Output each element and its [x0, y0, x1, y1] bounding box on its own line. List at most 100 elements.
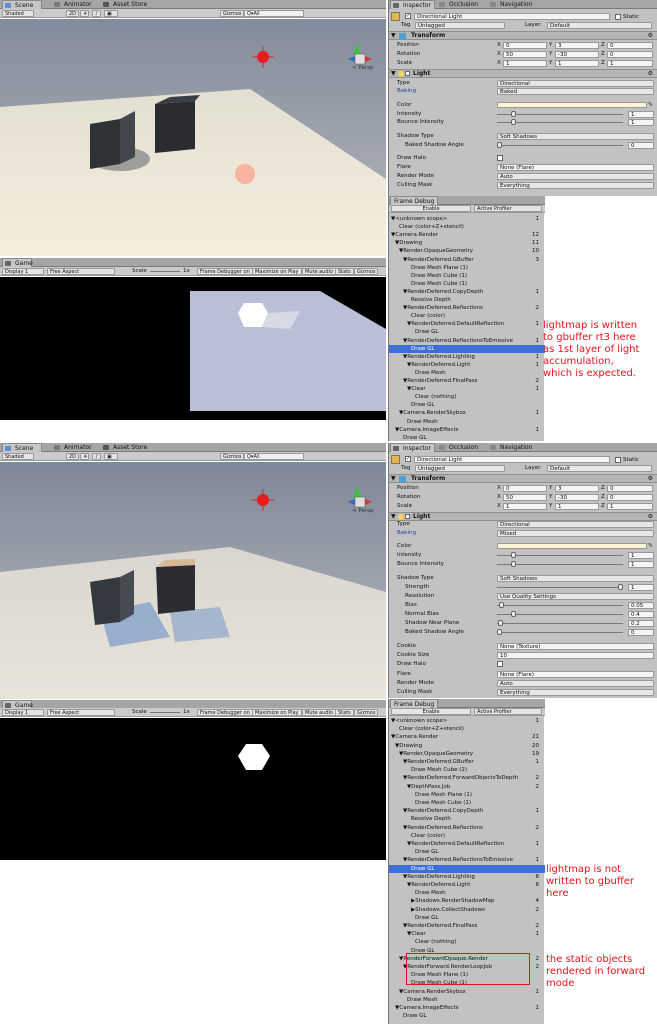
type-dropdown[interactable]: Directional	[497, 80, 654, 87]
frame-event-row[interactable]: Draw Mesh Plane (1)	[389, 791, 545, 799]
frame-event-row[interactable]: ▼Camera.Render 12	[389, 231, 545, 239]
static-checkbox[interactable]	[615, 14, 621, 20]
layer-dropdown[interactable]: Default	[547, 22, 652, 29]
frame-event-row[interactable]: ▼Camera.RenderSkybox 1	[389, 988, 545, 996]
light-header[interactable]: ▼ Light ⚙	[389, 69, 657, 78]
strength-slider[interactable]	[497, 584, 623, 590]
frame-event-row[interactable]: Draw Mesh	[389, 369, 545, 377]
normal-bias-field[interactable]: 0.4	[628, 611, 654, 618]
rot-y-field[interactable]: -30	[555, 494, 599, 501]
object-name-field[interactable]: Directional Light	[414, 456, 610, 463]
culling-mask-dropdown[interactable]: Everything	[497, 689, 654, 696]
tab-frame-debug[interactable]: Frame Debug	[390, 699, 439, 708]
frame-event-row[interactable]: ▼<unknown scope> 1	[389, 215, 545, 223]
frame-event-row[interactable]: Draw GL	[389, 914, 545, 922]
audio-toggle-icon[interactable]: ♪	[92, 10, 101, 17]
tab-game[interactable]: Game	[2, 258, 33, 267]
frame-event-row[interactable]: ▼RenderDeferred.GBuffer 3	[389, 256, 545, 264]
rot-x-field[interactable]: 50	[503, 51, 547, 58]
frame-event-row[interactable]: Draw Mesh Cube (1)	[389, 280, 545, 288]
frame-event-row[interactable]: ▶Shadows.RenderShadowMap 4	[389, 897, 545, 905]
transform-header[interactable]: ▼ Transform ⚙	[389, 31, 657, 40]
frame-event-row[interactable]: ▼RenderDeferred.Reflections 2	[389, 304, 545, 312]
frame-event-row[interactable]: ▼RenderDeferred.ForwardObjectsToDepth 2	[389, 774, 545, 782]
settings-gear-icon[interactable]: ⚙	[648, 32, 653, 40]
tag-dropdown[interactable]: Untagged	[415, 22, 505, 29]
scene-view[interactable]: < Persp	[0, 462, 386, 699]
enable-button[interactable]: Enable	[391, 205, 471, 212]
2d-toggle[interactable]: 2D	[66, 453, 80, 460]
pos-x-field[interactable]: 0	[503, 42, 547, 49]
scale-z-field[interactable]: 1	[607, 60, 653, 67]
2d-toggle[interactable]: 2D	[66, 10, 80, 17]
tab-inspector[interactable]: Inspector	[390, 443, 435, 452]
color-swatch[interactable]	[497, 543, 647, 549]
baked-angle-field[interactable]: 0	[628, 142, 654, 149]
frame-event-row[interactable]: ▼Drawing 20	[389, 742, 545, 750]
bounce-field[interactable]: 1	[628, 561, 654, 568]
frame-event-row[interactable]: ▼Camera.RenderSkybox 1	[389, 409, 545, 417]
scale-x-field[interactable]: 1	[503, 60, 547, 67]
normal-bias-knob[interactable]	[511, 611, 516, 617]
game-view[interactable]	[0, 277, 386, 420]
intensity-slider[interactable]	[497, 552, 623, 558]
tab-navigation[interactable]: Navigation	[488, 0, 535, 9]
shadow-type-dropdown[interactable]: Soft Shadows	[497, 575, 654, 582]
scale-z-field[interactable]: 1	[607, 503, 653, 510]
static-checkbox[interactable]	[615, 457, 621, 463]
settings-gear-icon[interactable]: ⚙	[648, 475, 653, 483]
color-swatch[interactable]	[497, 102, 647, 108]
gizmos-dropdown[interactable]: Gizmos	[220, 453, 245, 460]
bias-field[interactable]: 0.05	[628, 602, 654, 609]
scene-search-input[interactable]: Q▾All	[244, 10, 304, 17]
baking-dropdown[interactable]: Mixed	[497, 530, 654, 537]
baked-angle-knob[interactable]	[497, 629, 502, 635]
scale-y-field[interactable]: 1	[555, 503, 599, 510]
strength-knob[interactable]	[618, 584, 623, 590]
frame-event-row[interactable]: Draw Mesh Cube (1)	[389, 272, 545, 280]
frame-event-row[interactable]: Clear (color+Z+stencil)	[389, 223, 545, 231]
scale-slider[interactable]	[150, 271, 180, 272]
frame-event-row[interactable]: Resolve Depth	[389, 296, 545, 304]
baked-angle-slider[interactable]	[497, 629, 623, 635]
frame-event-row[interactable]: ▼RenderDeferred.FinalPass 2	[389, 922, 545, 930]
eyedropper-icon[interactable]: ✎	[648, 542, 653, 550]
rot-z-field[interactable]: 0	[607, 494, 653, 501]
frame-event-row[interactable]: ▼Clear 1	[389, 930, 545, 938]
pos-y-field[interactable]: 3	[555, 485, 599, 492]
bounce-slider[interactable]	[497, 561, 623, 567]
frame-event-row[interactable]: Resolve Depth	[389, 815, 545, 823]
tab-occlusion[interactable]: Occlusion	[437, 0, 481, 9]
render-mode-dropdown[interactable]: Auto	[497, 173, 654, 180]
gizmos-dropdown[interactable]: Gizmos	[220, 10, 245, 17]
frame-event-row[interactable]: Draw Mesh	[389, 889, 545, 897]
frame-event-row[interactable]: Draw Mesh	[389, 996, 545, 1004]
layer-dropdown[interactable]: Default	[547, 465, 652, 472]
frame-event-row[interactable]: ▼RenderDeferred.DefaultReflection 1	[389, 320, 545, 328]
frame-event-row[interactable]: ▼Render.OpaqueGeometry 10	[389, 247, 545, 255]
frame-debugger-toggle[interactable]: Frame Debugger on	[197, 709, 253, 716]
tab-inspector[interactable]: Inspector	[390, 0, 435, 9]
scene-view[interactable]: < Persp	[0, 19, 386, 256]
frame-event-row[interactable]: ▼<unknown scope> 1	[389, 717, 545, 725]
display-dropdown[interactable]: Display 1	[2, 268, 44, 275]
persp-label[interactable]: < Persp	[352, 508, 373, 514]
bias-knob[interactable]	[499, 602, 504, 608]
tab-animator[interactable]: Animator	[52, 0, 95, 9]
frame-event-row[interactable]: Clear (nothing)	[389, 938, 545, 946]
intensity-field[interactable]: 1	[628, 111, 654, 118]
pos-y-field[interactable]: 3	[555, 42, 599, 49]
tag-dropdown[interactable]: Untagged	[415, 465, 505, 472]
maximize-on-play-toggle[interactable]: Maximize on Play	[252, 268, 302, 275]
frame-event-row[interactable]: ▼RenderDeferred.Lighting 8	[389, 873, 545, 881]
effects-dropdown-icon[interactable]: ▣	[104, 453, 118, 460]
game-gizmos-dropdown[interactable]: Gizmos	[354, 268, 379, 275]
frame-event-row[interactable]: Draw Mesh Cube (1)	[389, 799, 545, 807]
frame-debugger-toggle[interactable]: Frame Debugger on	[197, 268, 253, 275]
flare-field[interactable]: None (Flare)	[497, 164, 654, 171]
baked-angle-knob[interactable]	[497, 142, 502, 148]
frame-event-row[interactable]: Draw Mesh Cube (2)	[389, 766, 545, 774]
frame-event-row[interactable]: ▼RenderDeferred.Reflections 2	[389, 824, 545, 832]
lighting-toggle-icon[interactable]: ☀	[80, 10, 89, 17]
frame-event-row[interactable]: Clear (color)	[389, 312, 545, 320]
